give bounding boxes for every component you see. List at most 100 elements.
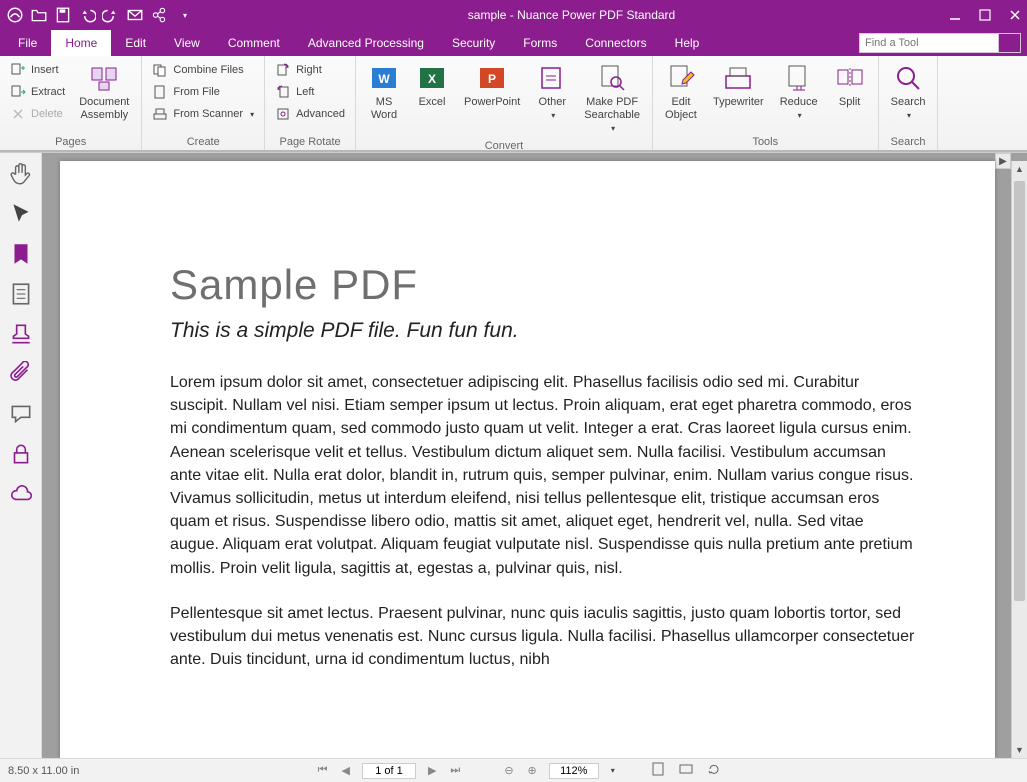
find-input[interactable] — [859, 33, 999, 53]
rotate-right-button[interactable]: Right — [271, 60, 349, 80]
vertical-scrollbar[interactable]: ▲ ▼ — [1011, 161, 1027, 758]
svg-text:P: P — [488, 72, 496, 86]
rotate-left-button[interactable]: Left — [271, 82, 349, 102]
doc-para-1: Lorem ipsum dolor sit amet, consectetuer… — [170, 371, 915, 580]
select-tool[interactable] — [8, 201, 34, 227]
fit-width-button[interactable] — [677, 762, 695, 779]
split-button[interactable]: Split — [828, 60, 872, 111]
group-pages: Insert Extract Delete DocumentAssembly P… — [0, 56, 142, 150]
save-icon[interactable] — [54, 6, 72, 24]
word-icon: W — [368, 62, 400, 94]
last-page-button[interactable]: ⏭ — [448, 764, 462, 777]
split-icon — [834, 62, 866, 94]
workspace: ▶ Sample PDF This is a simple PDF file. … — [0, 152, 1027, 758]
convert-ppt-button[interactable]: PPowerPoint — [458, 60, 526, 111]
stamps-panel[interactable] — [8, 321, 34, 347]
page-input[interactable] — [362, 763, 416, 779]
scanner-icon — [152, 106, 168, 122]
zoom-in-button[interactable]: ⊕ — [526, 764, 539, 777]
edit-object-icon — [665, 62, 697, 94]
tab-edit[interactable]: Edit — [111, 30, 160, 56]
document-page[interactable]: Sample PDF This is a simple PDF file. Fu… — [60, 161, 995, 758]
zoom-out-button[interactable]: ⊖ — [502, 764, 515, 777]
group-search-label: Search — [885, 134, 932, 148]
next-page-button[interactable]: ▶ — [426, 764, 438, 777]
delete-icon — [10, 106, 26, 122]
document-assembly-button[interactable]: DocumentAssembly — [73, 60, 135, 124]
tab-security[interactable]: Security — [438, 30, 509, 56]
redo-icon[interactable] — [102, 6, 120, 24]
svg-text:W: W — [378, 72, 390, 86]
scroll-down-icon[interactable]: ▼ — [1012, 742, 1027, 758]
delete-button: Delete — [6, 104, 69, 124]
group-convert-label: Convert — [362, 138, 646, 152]
bookmarks-panel[interactable] — [8, 241, 34, 267]
scroll-up-icon[interactable]: ▲ — [1012, 161, 1027, 177]
tab-view[interactable]: View — [160, 30, 214, 56]
group-rotate-label: Page Rotate — [271, 134, 349, 148]
svg-text:X: X — [428, 72, 436, 86]
rotate-left-icon — [275, 84, 291, 100]
rotate-view-button[interactable] — [705, 762, 723, 779]
comments-panel[interactable] — [8, 401, 34, 427]
convert-word-button[interactable]: WMSWord — [362, 60, 406, 124]
security-panel[interactable] — [8, 441, 34, 467]
typewriter-icon — [722, 62, 754, 94]
rotate-advanced-button[interactable]: Advanced — [271, 104, 349, 124]
zoom-dropdown-icon[interactable]: ▾ — [611, 766, 615, 775]
group-tools: EditObject Typewriter Reduce▾ Split Tool… — [653, 56, 879, 150]
tab-forms[interactable]: Forms — [509, 30, 571, 56]
first-page-button[interactable]: ⏮ — [316, 764, 330, 777]
advanced-icon — [275, 106, 291, 122]
typewriter-button[interactable]: Typewriter — [707, 60, 770, 111]
quick-access-toolbar: ▾ — [6, 6, 194, 24]
from-scanner-button[interactable]: From Scanner▾ — [148, 104, 258, 124]
assembly-icon — [88, 62, 120, 94]
group-search: Search▾ Search — [879, 56, 939, 150]
tab-advanced[interactable]: Advanced Processing — [294, 30, 438, 56]
reduce-button[interactable]: Reduce▾ — [774, 60, 824, 124]
cloud-panel[interactable] — [8, 481, 34, 507]
tab-file[interactable]: File — [4, 30, 51, 56]
edit-object-button[interactable]: EditObject — [659, 60, 703, 124]
close-button[interactable] — [1009, 9, 1021, 21]
statusbar: 8.50 x 11.00 in ⏮ ◀ ▶ ⏭ ⊖ ⊕ ▾ — [0, 758, 1027, 782]
search-button[interactable]: Search▾ — [885, 60, 932, 124]
from-file-button[interactable]: From File — [148, 82, 258, 102]
convert-excel-button[interactable]: XExcel — [410, 60, 454, 111]
fit-page-button[interactable] — [649, 762, 667, 779]
tab-connectors[interactable]: Connectors — [571, 30, 660, 56]
open-icon[interactable] — [30, 6, 48, 24]
make-searchable-button[interactable]: Make PDFSearchable▾ — [578, 60, 646, 138]
share-icon[interactable] — [150, 6, 168, 24]
page-size: 8.50 x 11.00 in — [8, 765, 79, 777]
insert-button[interactable]: Insert — [6, 60, 69, 80]
find-search-icon[interactable] — [999, 33, 1021, 53]
tab-home[interactable]: Home — [51, 30, 111, 56]
window-title: sample - Nuance Power PDF Standard — [194, 8, 949, 22]
convert-other-button[interactable]: Other▾ — [530, 60, 574, 124]
extract-button[interactable]: Extract — [6, 82, 69, 102]
tab-comment[interactable]: Comment — [214, 30, 294, 56]
undo-icon[interactable] — [78, 6, 96, 24]
tab-help[interactable]: Help — [661, 30, 714, 56]
app-icon[interactable] — [6, 6, 24, 24]
searchable-icon — [596, 62, 628, 94]
qat-dropdown-icon[interactable]: ▾ — [176, 6, 194, 24]
combine-files-button[interactable]: Combine Files — [148, 60, 258, 80]
prev-page-button[interactable]: ◀ — [339, 764, 351, 777]
scroll-thumb[interactable] — [1014, 181, 1025, 601]
minimize-button[interactable] — [949, 9, 961, 21]
attachments-panel[interactable] — [8, 361, 34, 387]
rotate-right-icon — [275, 62, 291, 78]
search-icon — [892, 62, 924, 94]
menubar: File Home Edit View Comment Advanced Pro… — [0, 30, 1027, 56]
maximize-button[interactable] — [979, 9, 991, 21]
reduce-icon — [783, 62, 815, 94]
mail-icon[interactable] — [126, 6, 144, 24]
tab-scroll-right[interactable]: ▶ — [995, 153, 1011, 169]
hand-tool[interactable] — [8, 161, 34, 187]
extract-icon — [10, 84, 26, 100]
zoom-input[interactable] — [549, 763, 599, 779]
pages-panel[interactable] — [8, 281, 34, 307]
